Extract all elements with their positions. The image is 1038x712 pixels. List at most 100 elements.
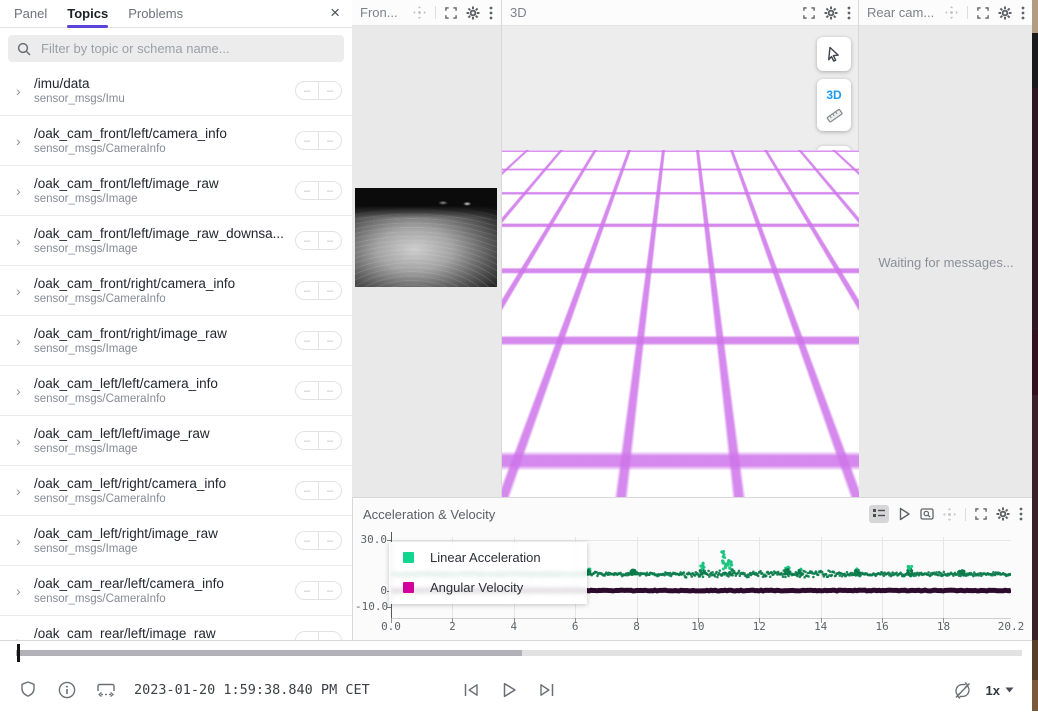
- topic-row[interactable]: › /oak_cam_left/left/image_raw sensor_ms…: [0, 416, 352, 466]
- topic-row[interactable]: › /oak_cam_rear/left/camera_info sensor_…: [0, 566, 352, 616]
- chevron-right-icon[interactable]: ›: [16, 433, 28, 449]
- topic-toggle-left[interactable]: –: [296, 582, 318, 599]
- topic-toggle-left[interactable]: –: [296, 432, 318, 449]
- topic-toggle-right[interactable]: –: [318, 482, 341, 499]
- topic-toggle-left[interactable]: –: [296, 382, 318, 399]
- mode-3d-label[interactable]: 3D: [826, 88, 841, 102]
- topic-toggle-left[interactable]: –: [296, 232, 318, 249]
- view-mode-button[interactable]: 3D: [817, 79, 851, 131]
- playback-speed-select[interactable]: 1x: [986, 683, 1014, 698]
- topic-toggle-left[interactable]: –: [296, 282, 318, 299]
- topic-row[interactable]: › /oak_cam_rear/left/image_raw sensor_ms…: [0, 616, 352, 640]
- topic-toggle-right[interactable]: –: [318, 232, 341, 249]
- robot-model[interactable]: HILTI: [541, 297, 646, 415]
- topic-visibility-toggles: – –: [295, 631, 342, 640]
- topic-row[interactable]: › /imu/data sensor_msgs/Imu – –: [0, 66, 352, 116]
- topic-toggle-right[interactable]: –: [318, 182, 341, 199]
- chevron-right-icon[interactable]: ›: [16, 183, 28, 199]
- fullscreen-icon[interactable]: [977, 7, 989, 19]
- more-menu-icon[interactable]: [1019, 507, 1023, 521]
- more-menu-icon[interactable]: [489, 6, 493, 20]
- skip-to-start-icon[interactable]: [462, 681, 480, 699]
- legend-swatch: [403, 552, 414, 563]
- chevron-right-icon[interactable]: ›: [16, 533, 28, 549]
- topic-row[interactable]: › /oak_cam_front/left/camera_info sensor…: [0, 116, 352, 166]
- topic-row[interactable]: › /oak_cam_front/left/image_raw sensor_m…: [0, 166, 352, 216]
- topic-toggle-right[interactable]: –: [318, 382, 341, 399]
- select-cursor-button[interactable]: [817, 37, 851, 71]
- skip-to-end-icon[interactable]: [538, 681, 556, 699]
- fullscreen-icon[interactable]: [445, 7, 457, 19]
- zoom-region-icon[interactable]: [920, 507, 934, 521]
- gear-icon[interactable]: [996, 507, 1010, 521]
- gear-icon[interactable]: [998, 6, 1012, 20]
- tab-panel[interactable]: Panel: [14, 0, 47, 28]
- more-menu-icon[interactable]: [847, 6, 851, 20]
- topic-toggle-right[interactable]: –: [318, 632, 341, 640]
- topic-toggle-right[interactable]: –: [318, 532, 341, 549]
- speed-value: 1x: [986, 683, 1000, 698]
- topic-toggle-right[interactable]: –: [318, 82, 341, 99]
- chevron-right-icon[interactable]: ›: [16, 633, 28, 641]
- legend-toggle-icon[interactable]: [869, 505, 889, 523]
- measure-ruler-icon[interactable]: [826, 108, 843, 123]
- chevron-right-icon[interactable]: ›: [16, 83, 28, 99]
- topic-schema: sensor_msgs/CameraInfo: [34, 143, 289, 155]
- topic-visibility-toggles: – –: [295, 381, 342, 400]
- camera-pan-button[interactable]: [817, 146, 851, 180]
- tab-problems[interactable]: Problems: [128, 0, 183, 28]
- chevron-right-icon[interactable]: ›: [16, 333, 28, 349]
- seek-track-loaded: [16, 650, 522, 656]
- topic-row[interactable]: › /oak_cam_left/right/image_raw sensor_m…: [0, 516, 352, 566]
- chevron-right-icon[interactable]: ›: [16, 133, 28, 149]
- topic-toggle-left[interactable]: –: [296, 132, 318, 149]
- x-axis-tick-label: 12: [753, 620, 766, 633]
- topic-toggle-right[interactable]: –: [318, 332, 341, 349]
- playhead[interactable]: [17, 644, 20, 662]
- chevron-right-icon[interactable]: ›: [16, 583, 28, 599]
- topic-toggle-left[interactable]: –: [296, 332, 318, 349]
- topic-toggle-left[interactable]: –: [296, 482, 318, 499]
- tab-topics[interactable]: Topics: [67, 0, 108, 28]
- x-axis-tick-label: 2: [449, 620, 456, 633]
- chevron-right-icon[interactable]: ›: [16, 483, 28, 499]
- chevron-right-icon[interactable]: ›: [16, 233, 28, 249]
- close-icon[interactable]: ×: [330, 3, 340, 23]
- gear-icon[interactable]: [824, 6, 838, 20]
- more-menu-icon[interactable]: [1021, 6, 1025, 20]
- topic-toggle-left[interactable]: –: [296, 82, 318, 99]
- topic-toggle-right[interactable]: –: [318, 582, 341, 599]
- topic-row[interactable]: › /oak_cam_front/left/image_raw_downsa..…: [0, 216, 352, 266]
- topic-toggle-right[interactable]: –: [318, 132, 341, 149]
- topic-toggle-right[interactable]: –: [318, 282, 341, 299]
- topic-toggle-left[interactable]: –: [296, 632, 318, 640]
- info-icon[interactable]: [58, 681, 76, 699]
- topic-toggle-left[interactable]: –: [296, 182, 318, 199]
- topic-row[interactable]: › /oak_cam_left/right/camera_info sensor…: [0, 466, 352, 516]
- panel-title: 3D: [510, 5, 527, 20]
- sync-cursor-icon[interactable]: [898, 507, 911, 521]
- plot-legend[interactable]: Linear AccelerationAngular Velocity: [389, 542, 587, 604]
- fullscreen-icon[interactable]: [803, 7, 815, 19]
- topic-toggle-right[interactable]: –: [318, 432, 341, 449]
- search-input[interactable]: [39, 40, 335, 57]
- gear-icon[interactable]: [466, 6, 480, 20]
- plot-panel: Acceleration & Velocity: [352, 497, 1033, 641]
- shield-icon[interactable]: [20, 681, 36, 699]
- cursor-icon: [826, 46, 842, 62]
- topic-row[interactable]: › /oak_cam_left/left/camera_info sensor_…: [0, 366, 352, 416]
- topic-row[interactable]: › /oak_cam_front/right/image_raw sensor_…: [0, 316, 352, 366]
- play-icon[interactable]: [500, 681, 518, 699]
- fullscreen-icon[interactable]: [975, 508, 987, 520]
- topic-row[interactable]: › /oak_cam_front/right/camera_info senso…: [0, 266, 352, 316]
- legend-row[interactable]: Linear Acceleration: [389, 542, 587, 572]
- x-axis-tick-label: 8: [633, 620, 640, 633]
- legend-row[interactable]: Angular Velocity: [389, 572, 587, 602]
- topic-toggle-left[interactable]: –: [296, 532, 318, 549]
- seek-track[interactable]: [16, 650, 1022, 656]
- chevron-right-icon[interactable]: ›: [16, 383, 28, 399]
- repeat-off-icon[interactable]: [953, 681, 972, 700]
- topic-name: /oak_cam_front/left/image_raw: [34, 176, 289, 191]
- loop-region-icon[interactable]: [96, 681, 116, 699]
- chevron-right-icon[interactable]: ›: [16, 283, 28, 299]
